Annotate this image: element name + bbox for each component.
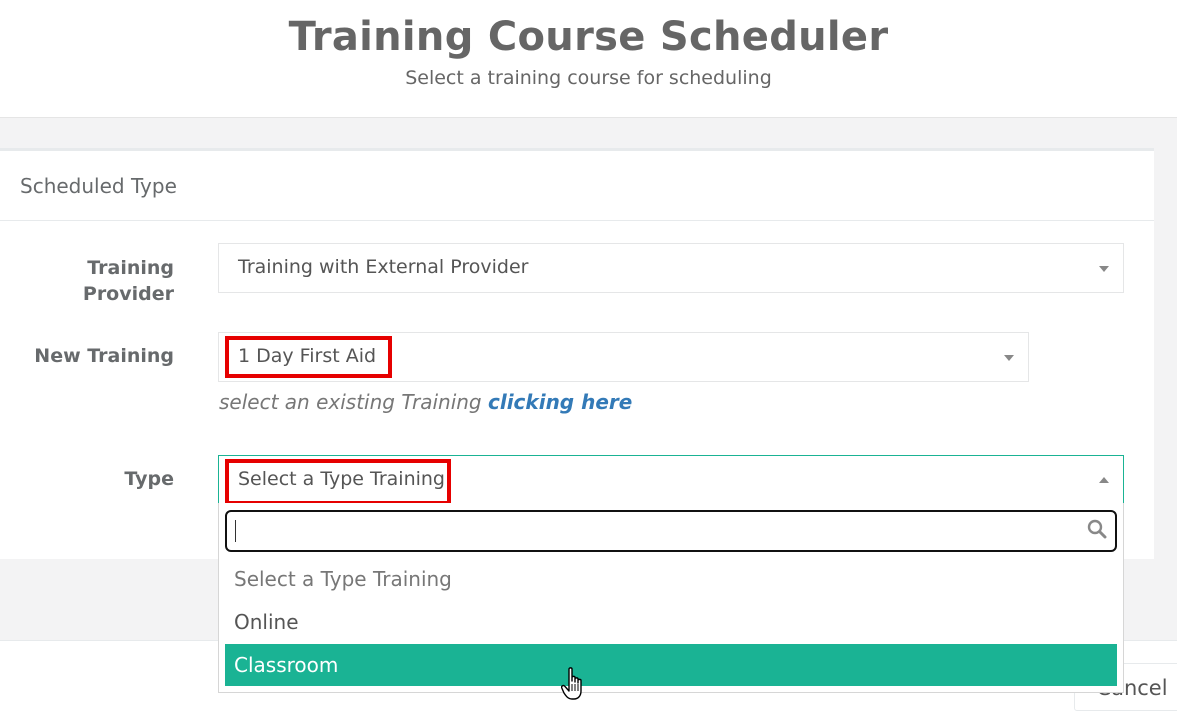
type-label: Type [124, 468, 174, 490]
help-text-prefix: select an existing Training [219, 390, 482, 414]
hand-pointer-icon [561, 667, 582, 700]
training-provider-label: Training Provider [0, 255, 174, 307]
annotation-highlight-new-training [225, 336, 392, 378]
page-header: Training Course Scheduler Select a train… [0, 0, 1177, 118]
panel-title: Scheduled Type [20, 174, 177, 198]
dropdown-option-classroom[interactable]: Classroom [225, 644, 1117, 686]
annotation-highlight-type [225, 459, 451, 505]
training-provider-value: Training with External Provider [238, 256, 529, 278]
help-text: select an existing Training clicking her… [219, 390, 632, 414]
text-caret [235, 520, 236, 542]
dropdown-option-online[interactable]: Online [225, 601, 1117, 643]
new-training-label: New Training [34, 345, 174, 367]
training-provider-label-line2: Provider [82, 283, 174, 305]
search-icon [1087, 519, 1107, 539]
training-provider-select[interactable]: Training with External Provider [218, 243, 1124, 293]
chevron-up-icon [1099, 477, 1109, 483]
existing-training-link[interactable]: clicking here [488, 390, 632, 414]
panel-heading: Scheduled Type [0, 151, 1154, 221]
dropdown-option-placeholder[interactable]: Select a Type Training [225, 558, 1117, 600]
dropdown-search-input[interactable] [225, 510, 1117, 552]
training-provider-label-line1: Training [87, 257, 174, 279]
chevron-down-icon [1099, 266, 1109, 272]
chevron-down-icon [1004, 355, 1014, 361]
page-title: Training Course Scheduler [288, 14, 889, 60]
page-subtitle: Select a training course for scheduling [405, 67, 772, 89]
